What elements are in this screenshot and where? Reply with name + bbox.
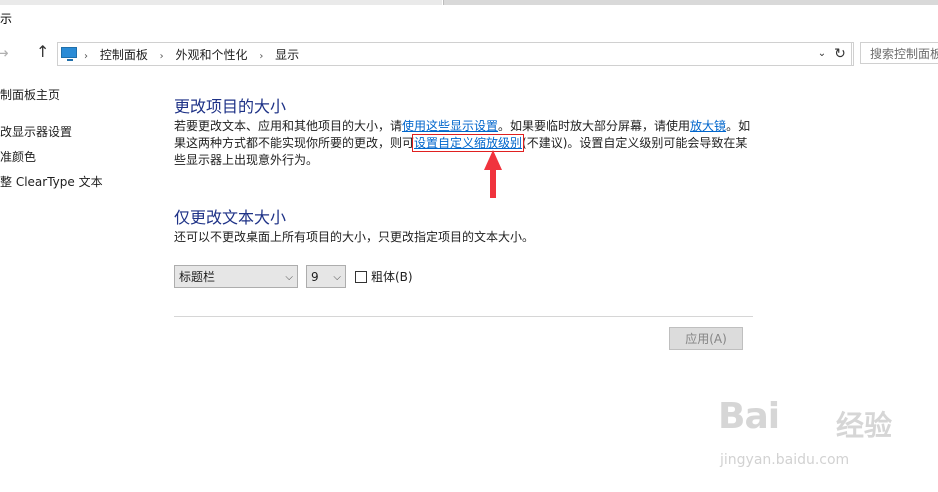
chevron-down-icon: ⌵ [285,272,293,283]
section-heading-item-size: 更改项目的大小 [174,97,287,116]
divider [174,316,753,317]
baidu-watermark: Bai 经验 jingyan.baidu.com [718,388,904,476]
font-size-select[interactable]: 9 ⌵ [306,265,346,288]
custom-scaling-link[interactable]: 设置自定义缩放级别 [412,134,525,152]
up-arrow-icon[interactable]: ↑ [36,42,49,61]
sidebar-item-calibrate-color[interactable]: 准颜色 [0,148,36,165]
chevron-down-icon: ⌵ [333,272,341,283]
arrow-shape [484,150,502,198]
breadcrumb-appearance[interactable]: 外观和个性化 [176,48,248,62]
section-description-item-size: 若要更改文本、应用和其他项目的大小，请使用这些显示设置。如果要临时放大部分屏幕，… [174,118,759,169]
text-segment: 若要更改文本、应用和其他项目的大小，请 [174,119,403,133]
chevron-right-icon[interactable]: › [259,51,263,62]
sidebar-item-display-settings[interactable]: 改显示器设置 [0,123,72,140]
navigation-bar: → ↑ › 控制面板 › 外观和个性化 › 显示 ⌄ ↻ 搜索控制面板 [0,38,938,68]
forward-arrow-icon[interactable]: → [0,44,9,62]
window-title: 示 [0,12,13,26]
chevron-right-icon: › [84,51,88,62]
watermark-url: jingyan.baidu.com [720,452,850,468]
title-bar-strip [0,0,442,5]
text-segment: 。如果要临时放大部分屏幕，请使用 [498,119,691,133]
control-panel-icon [61,47,77,61]
watermark-brand: Bai [718,396,780,437]
address-bar[interactable]: › 控制面板 › 外观和个性化 › 显示 ⌄ [57,42,854,66]
bold-checkbox[interactable] [355,271,367,283]
item-select[interactable]: 标题栏 ⌵ [174,265,298,288]
magnifier-link[interactable]: 放大镜 [690,119,726,133]
watermark-brand-cn: 经验 [836,409,893,442]
chevron-right-icon[interactable]: › [160,51,164,62]
refresh-icon[interactable]: ↻ [829,42,852,66]
title-bar: 示 [0,0,938,36]
breadcrumb: › 控制面板 › 外观和个性化 › 显示 [84,46,299,63]
item-select-value: 标题栏 [179,270,216,284]
title-bar-tab [443,0,938,5]
search-input[interactable]: 搜索控制面板 [860,42,938,64]
apply-button[interactable]: 应用(A) [669,327,743,350]
red-arrow-annotation [484,150,502,198]
breadcrumb-display[interactable]: 显示 [275,48,299,62]
font-size-value: 9 [311,270,319,284]
breadcrumb-control-panel[interactable]: 控制面板 [100,48,148,62]
section-description-text-size: 还可以不更改桌面上所有项目的大小，只更改指定项目的文本大小。 [174,230,535,244]
bold-checkbox-label[interactable]: 粗体(B) [371,268,413,285]
sidebar-item-cleartype[interactable]: 整 ClearType 文本 [0,173,103,190]
section-heading-text-size: 仅更改文本大小 [174,208,287,227]
sidebar-item-home[interactable]: 制面板主页 [0,86,60,103]
display-settings-link[interactable]: 使用这些显示设置 [402,119,498,133]
